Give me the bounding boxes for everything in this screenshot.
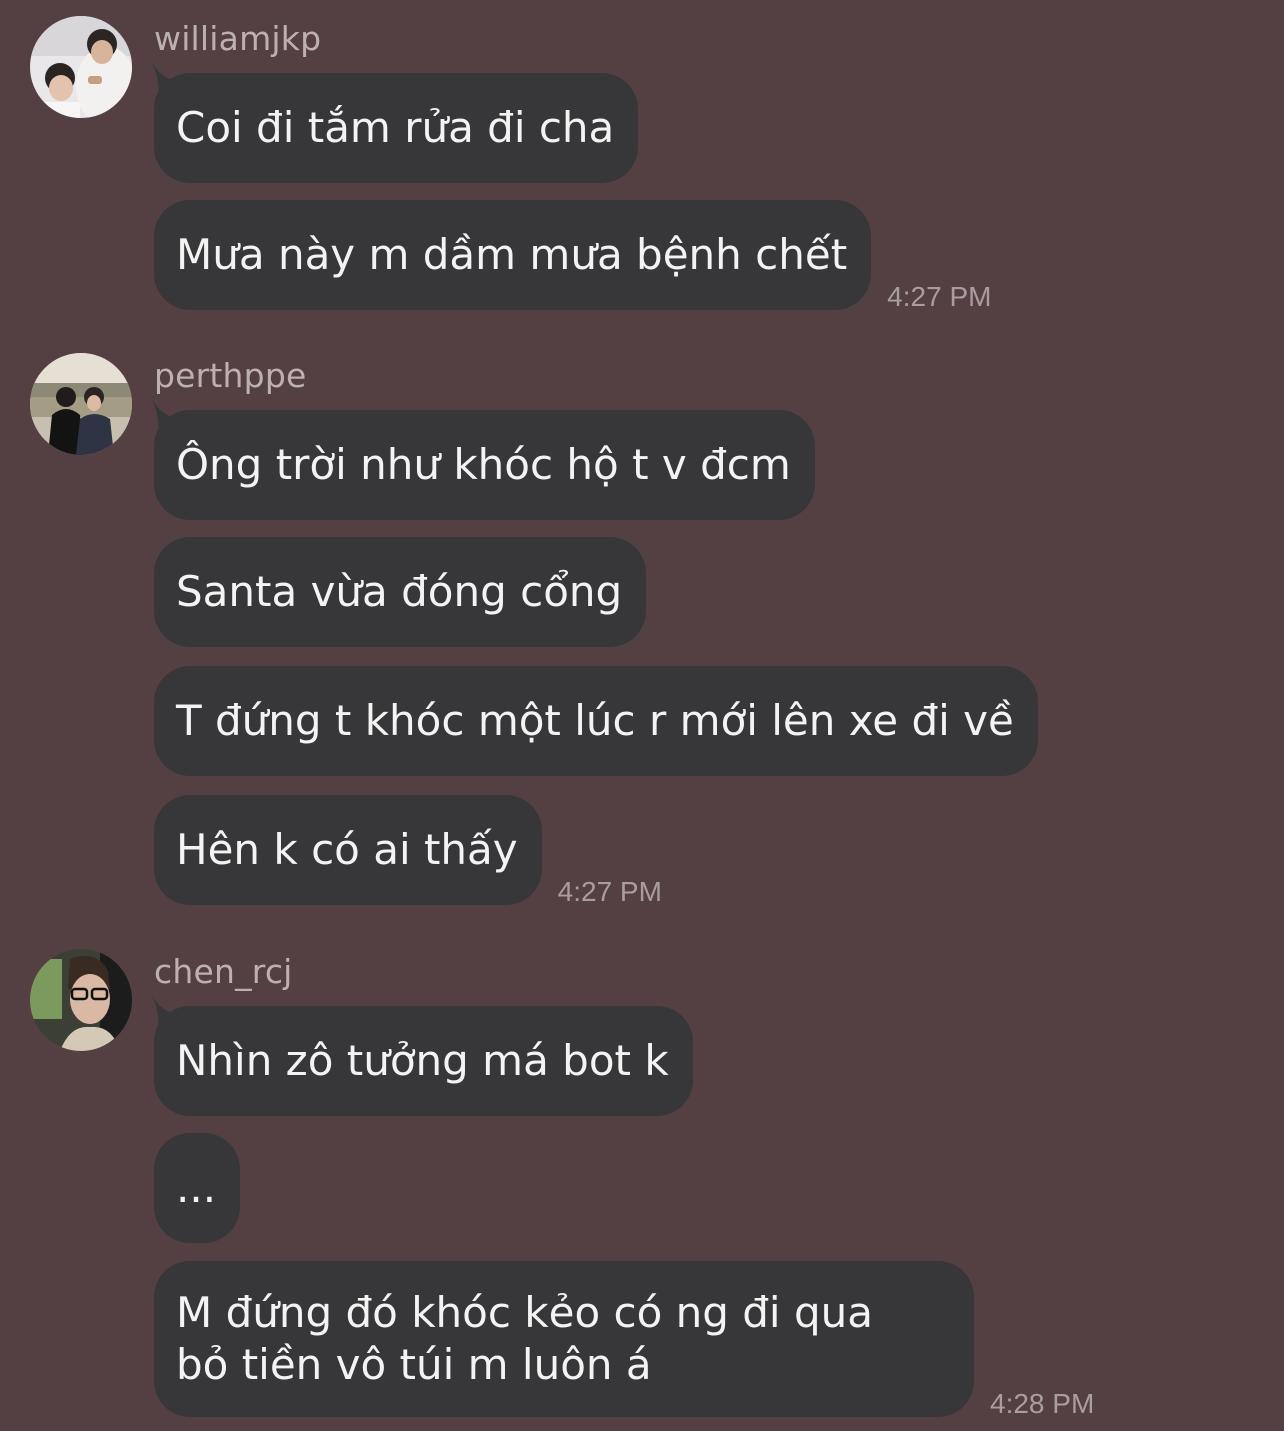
- message-text: M đứng đó khóc kẻo có ng đi qua bỏ tiền …: [176, 1288, 873, 1389]
- message-text: Ông trời như khóc hộ t v đcm: [176, 440, 791, 489]
- message-row: M đứng đó khóc kẻo có ng đi qua bỏ tiền …: [154, 1261, 1094, 1419]
- message-row: Ông trời như khóc hộ t v đcm: [150, 396, 815, 520]
- bubble-tail: [150, 396, 180, 436]
- message-bubble[interactable]: T đứng t khóc một lúc r mới lên xe đi về: [154, 666, 1038, 776]
- message-row: T đứng t khóc một lúc r mới lên xe đi về: [154, 666, 1038, 776]
- message-bubble[interactable]: Ông trời như khóc hộ t v đcm: [150, 396, 815, 520]
- message-text: Santa vừa đóng cổng: [176, 567, 623, 616]
- message-row: Mưa này m dầm mưa bệnh chết 4:27 PM: [154, 200, 991, 312]
- message-text: T đứng t khóc một lúc r mới lên xe đi về: [176, 696, 1014, 745]
- message-bubble[interactable]: Mưa này m dầm mưa bệnh chết: [154, 200, 872, 310]
- message-bubble[interactable]: Nhìn zô tưởng má bot k: [150, 992, 693, 1116]
- message-bubble[interactable]: Santa vừa đóng cổng: [154, 537, 647, 647]
- message-text: Nhìn zô tưởng má bot k: [176, 1036, 669, 1085]
- timestamp: 4:27 PM: [557, 876, 662, 907]
- bubble-tail: [150, 992, 180, 1032]
- message-text: ...: [176, 1163, 217, 1212]
- message-text: Mưa này m dầm mưa bệnh chết: [176, 230, 848, 279]
- message-row: Nhìn zô tưởng má bot k: [150, 992, 693, 1116]
- message-group-perthppe: perthppe Ông trời như khóc hộ t v đcm Sa…: [0, 353, 1284, 913]
- message-text: Hên k có ai thấy: [176, 825, 518, 874]
- message-bubble[interactable]: ...: [154, 1133, 241, 1243]
- message-group-chen-rcj: chen_rcj Nhìn zô tưởng má bot k ... M đứ…: [0, 949, 1284, 1419]
- message-bubble[interactable]: Hên k có ai thấy: [154, 795, 542, 905]
- avatar-williamjkp[interactable]: [30, 16, 132, 118]
- bubble-tail: [150, 59, 180, 99]
- message-bubble[interactable]: M đứng đó khóc kẻo có ng đi qua bỏ tiền …: [154, 1261, 974, 1417]
- message-text: Coi đi tắm rửa đi cha: [176, 103, 615, 152]
- username[interactable]: perthppe: [154, 356, 306, 396]
- message-row: ...: [154, 1133, 241, 1243]
- username[interactable]: chen_rcj: [154, 952, 293, 992]
- message-row: Santa vừa đóng cổng: [154, 537, 647, 647]
- avatar-perthppe[interactable]: [30, 353, 132, 455]
- message-row: Hên k có ai thấy 4:27 PM: [154, 795, 662, 907]
- timestamp: 4:27 PM: [887, 281, 992, 312]
- message-bubble[interactable]: Coi đi tắm rửa đi cha: [150, 59, 639, 183]
- timestamp: 4:28 PM: [990, 1388, 1095, 1419]
- username[interactable]: williamjkp: [154, 19, 321, 59]
- message-row: Coi đi tắm rửa đi cha: [150, 59, 639, 183]
- message-group-williamjkp: williamjkp Coi đi tắm rửa đi cha Mưa này…: [0, 16, 1284, 316]
- avatar-chen-rcj[interactable]: [30, 949, 132, 1051]
